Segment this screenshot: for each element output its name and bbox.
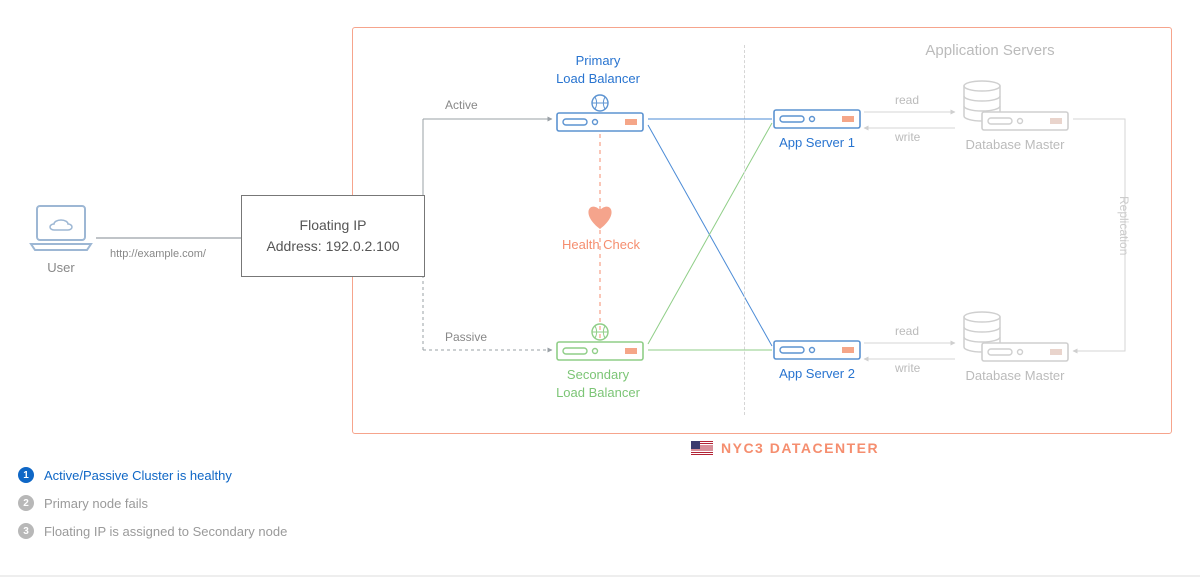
database-master-2-icon	[960, 309, 1070, 370]
app-server-1-icon	[772, 105, 862, 133]
app-server-1-label: App Server 1	[767, 134, 867, 152]
app-server-2-label: App Server 2	[767, 365, 867, 383]
database-master-1-icon	[960, 78, 1070, 139]
primary-lb-icon	[555, 94, 645, 122]
edge-passive-label: Passive	[445, 330, 487, 344]
edge-active-label: Active	[445, 98, 478, 112]
legend-item-3: 3 Floating IP is assigned to Secondary n…	[18, 523, 287, 539]
datacenter-name: NYC3 DATACENTER	[691, 440, 879, 456]
rw-read-1: read	[895, 93, 919, 107]
primary-lb-label: Primary Load Balancer	[538, 52, 658, 87]
floating-ip-address: Address: 192.0.2.100	[266, 236, 399, 257]
rw-read-2: read	[895, 324, 919, 338]
secondary-lb-icon	[555, 323, 645, 351]
legend-badge-1: 1	[18, 467, 34, 483]
datacenter-name-text: NYC3 DATACENTER	[721, 440, 879, 456]
legend-text-1: Active/Passive Cluster is healthy	[44, 468, 232, 483]
health-check-heart-icon	[586, 204, 614, 235]
floating-ip-box: Floating IP Address: 192.0.2.100	[241, 195, 425, 277]
rw-write-2: write	[895, 361, 920, 375]
rw-write-1: write	[895, 130, 920, 144]
database-master-1-label: Database Master	[955, 136, 1075, 154]
user-laptop-icon	[27, 202, 95, 254]
primary-lb-title1: Primary	[576, 53, 621, 68]
user-url-label: http://example.com/	[110, 248, 206, 260]
database-master-2-label: Database Master	[955, 367, 1075, 385]
us-flag-icon	[691, 441, 713, 455]
user-label: User	[27, 260, 95, 275]
floating-ip-title: Floating IP	[300, 215, 367, 236]
legend-item-2: 2 Primary node fails	[18, 495, 287, 511]
app-servers-group-title: Application Servers	[850, 42, 1130, 59]
legend-item-1: 1 Active/Passive Cluster is healthy	[18, 467, 287, 483]
divider-line	[744, 45, 745, 415]
primary-lb-title2: Load Balancer	[556, 71, 640, 86]
replication-label: Replication	[1117, 196, 1131, 255]
app-server-2-icon	[772, 336, 862, 364]
legend-badge-3: 3	[18, 523, 34, 539]
legend-badge-2: 2	[18, 495, 34, 511]
secondary-lb-title2: Load Balancer	[556, 385, 640, 400]
health-check-label: Health Check	[546, 236, 656, 254]
secondary-lb-label: Secondary Load Balancer	[538, 366, 658, 401]
legend-text-2: Primary node fails	[44, 496, 148, 511]
legend: 1 Active/Passive Cluster is healthy 2 Pr…	[18, 467, 287, 551]
legend-text-3: Floating IP is assigned to Secondary nod…	[44, 524, 287, 539]
secondary-lb-title1: Secondary	[567, 367, 629, 382]
